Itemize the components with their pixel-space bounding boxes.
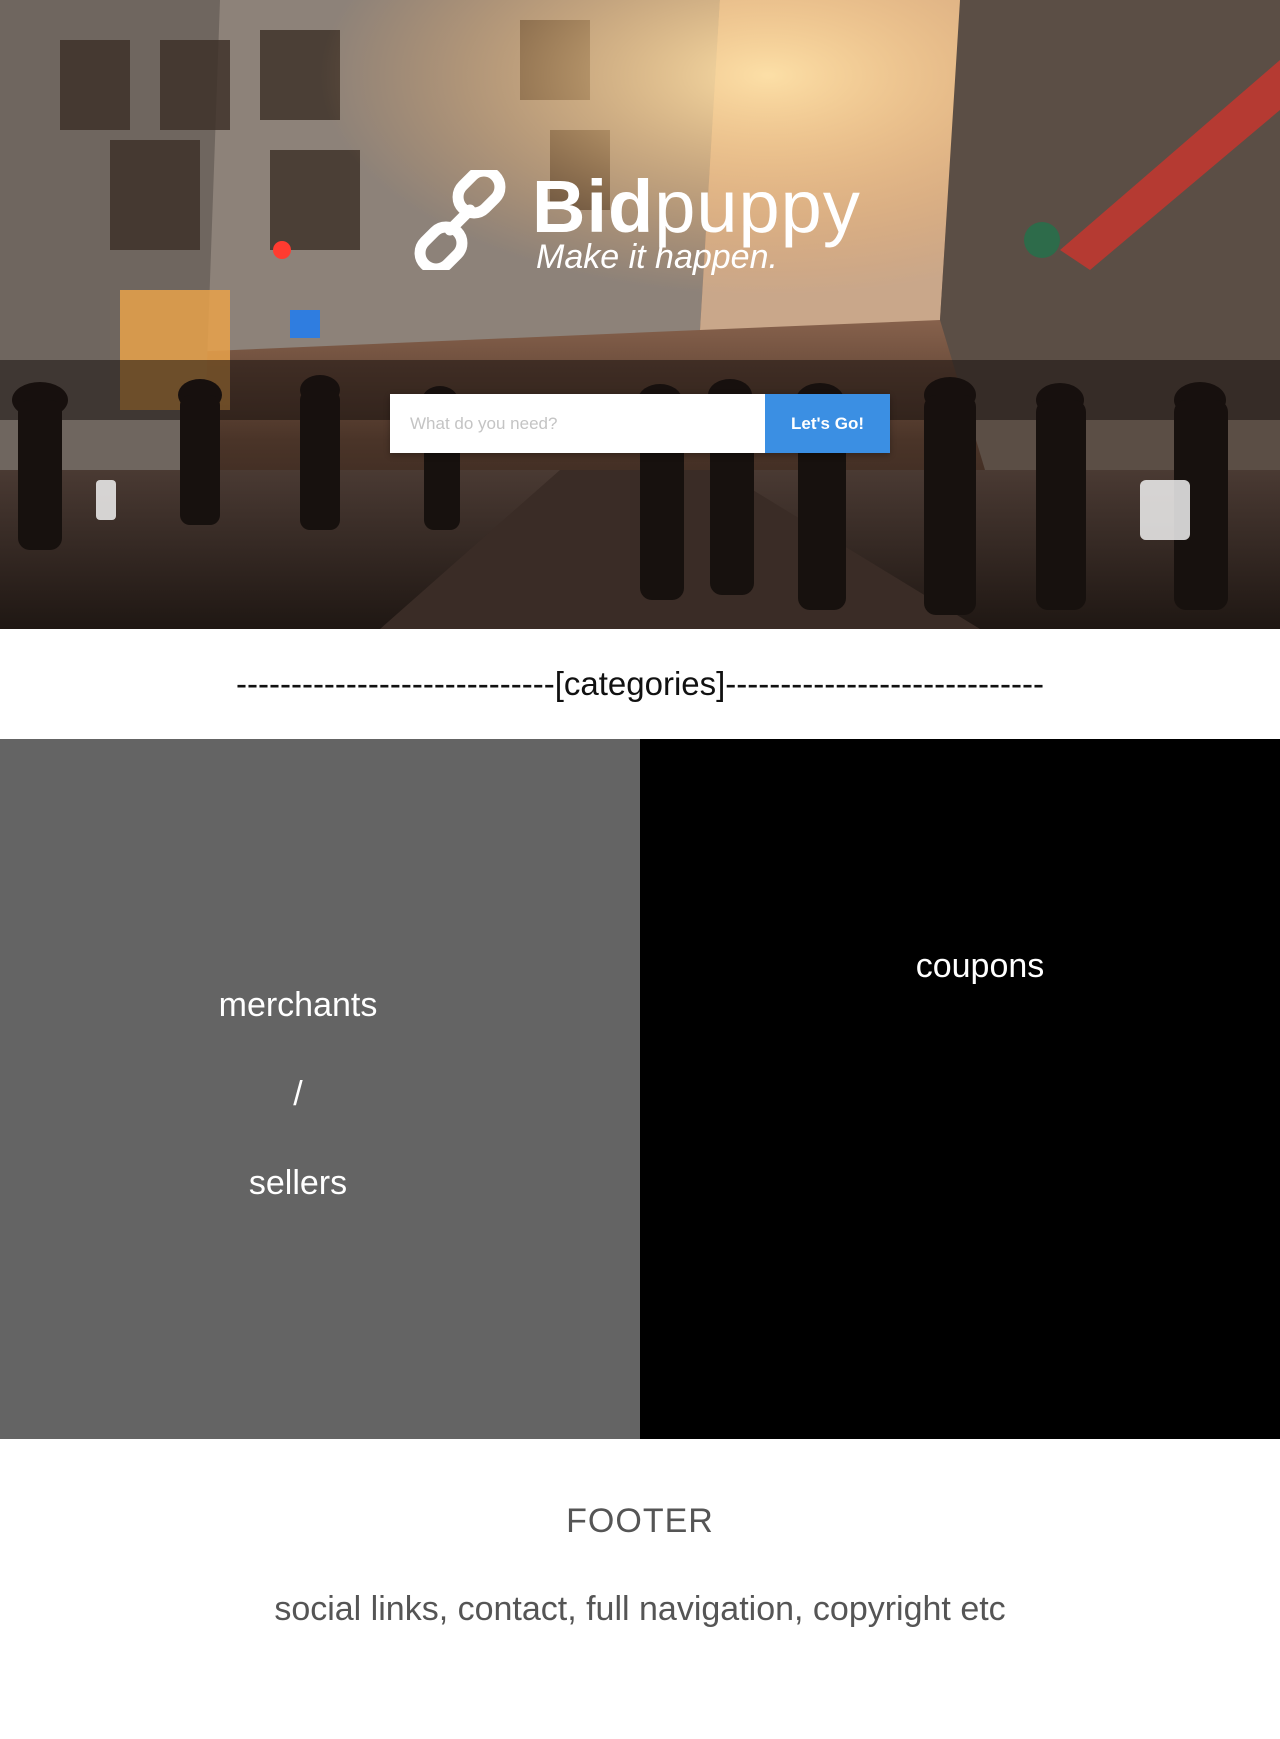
footer-title: FOOTER	[566, 1502, 714, 1540]
category-tiles: merchants / sellers coupons	[0, 739, 1280, 1439]
brand-name: Bidpuppy	[532, 170, 861, 244]
chain-link-icon	[414, 170, 506, 270]
coupons-label: coupons	[915, 947, 1045, 985]
brand-name-bold: Bid	[532, 165, 655, 248]
coupons-tile[interactable]: coupons	[640, 739, 1280, 1439]
categories-heading: -----------------------------[categories…	[236, 665, 1044, 702]
search-submit-button[interactable]: Let's Go!	[765, 394, 890, 453]
hero-background-image	[0, 0, 1280, 629]
merchants-sellers-tile[interactable]: merchants / sellers	[0, 739, 640, 1439]
brand-wordmark: Bidpuppy Make it happen.	[532, 170, 861, 275]
merchants-separator: /	[293, 1075, 303, 1113]
page-footer: FOOTER social links, contact, full navig…	[0, 1439, 1280, 1739]
footer-description: social links, contact, full navigation, …	[274, 1590, 1006, 1628]
sellers-label: sellers	[248, 1164, 348, 1202]
search-form: Let's Go!	[390, 394, 890, 453]
hero-banner: Bidpuppy Make it happen. Let's Go!	[0, 0, 1280, 629]
merchants-label: merchants	[218, 986, 378, 1024]
brand-name-light: puppy	[654, 165, 861, 248]
search-input[interactable]	[390, 394, 765, 453]
brand-logo[interactable]: Bidpuppy Make it happen.	[410, 170, 861, 274]
